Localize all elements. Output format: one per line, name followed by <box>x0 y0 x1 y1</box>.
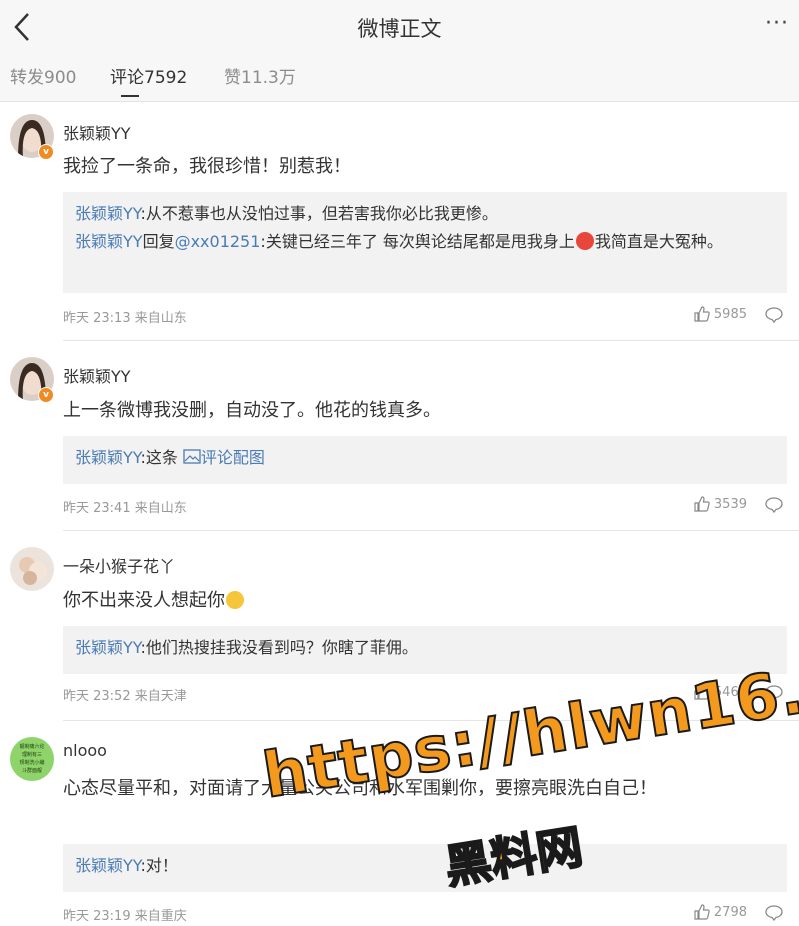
reply-text-cont: 我简直是大冤种。 <box>594 232 723 251</box>
comment-bubble-icon[interactable] <box>765 497 783 513</box>
reply-text: :这条 <box>140 448 183 467</box>
comment-item: v 张颖颖YY 我捡了一条命，我很珍惜！别惹我！ 张颖颖YY:从不惹事也从没怕过… <box>0 101 799 341</box>
avatar-image <box>10 547 54 591</box>
like-count: 5985 <box>713 306 747 322</box>
avatar[interactable]: 靓制痛六论 理制有三 规制洗小编 斗群面靓 <box>10 737 54 781</box>
comment-item: 靓制痛六论 理制有三 规制洗小编 斗群面靓 nlooo 心态尽量平和，对面请了大… <box>0 721 799 926</box>
reply-text: :关键已经三年了 每次舆论结尾都是甩我身上 <box>260 232 575 251</box>
comment-meta: 昨天 23:52 来自天津 <box>63 689 187 704</box>
comment-bubble-icon[interactable] <box>765 685 783 701</box>
comment-text: 你不出来没人想起你 <box>63 587 779 615</box>
angry-emoji-icon <box>575 232 594 250</box>
avatar-text: 靓制痛六论 理制有三 规制洗小编 斗群面靓 <box>19 744 45 774</box>
comment-username[interactable]: 一朵小猴子花丫 <box>63 553 175 577</box>
reply-username[interactable]: 张颖颖YY <box>75 856 140 875</box>
reply-box[interactable]: 张颖颖YY:他们热搜挂我没看到吗？你瞎了菲佣。 <box>63 626 787 674</box>
like-count: 5462 <box>713 684 747 700</box>
tab-repost[interactable]: 转发900 <box>10 63 76 88</box>
more-button[interactable]: ··· <box>765 11 789 36</box>
comment-text: 上一条微博我没删，自动没了。他花的钱真多。 <box>63 400 441 421</box>
reply-box[interactable]: 张颖颖YY:对！ <box>63 844 787 892</box>
reply-text: :对！ <box>140 856 178 875</box>
thumbs-up-icon <box>694 496 710 512</box>
comment-meta: 昨天 23:13 来自山东 <box>63 311 187 326</box>
thumbs-up-icon <box>694 684 710 700</box>
comment-text: 我捡了一条命，我很珍惜！别惹我！ <box>63 156 351 177</box>
verified-badge-icon: v <box>38 387 54 403</box>
reply-line: 张颖颖YY:他们热搜挂我没看到吗？你瞎了菲佣。 <box>75 634 775 662</box>
comment-bubble-icon[interactable] <box>765 905 783 921</box>
thumbs-up-icon <box>694 306 710 322</box>
reply-line: 张颖颖YY:从不惹事也从没怕过事，但若害我你必比我更惨。 <box>75 200 775 228</box>
like-button[interactable]: 2798 <box>694 904 747 920</box>
verified-badge-icon: v <box>38 144 54 160</box>
comment-meta: 昨天 23:19 来自重庆 <box>63 909 187 924</box>
tab-bar: 转发900 评论7592 赞11.3万 <box>0 55 799 102</box>
reply-username[interactable]: 张颖颖YY <box>75 448 140 467</box>
like-count: 2798 <box>713 904 747 920</box>
tab-likes[interactable]: 赞11.3万 <box>224 63 296 88</box>
image-link[interactable]: 评论配图 <box>183 448 265 467</box>
reply-text: :从不惹事也从没怕过事，但若害我你必比我更惨。 <box>140 204 498 223</box>
reply-line: 张颖颖YY:这条 评论配图 <box>75 444 775 472</box>
tab-comments[interactable]: 评论7592 <box>110 63 187 88</box>
reply-username[interactable]: 张颖颖YY <box>75 204 140 223</box>
reply-line: 张颖颖YY:对！ <box>75 852 775 880</box>
tab-active-indicator <box>121 95 139 97</box>
like-button[interactable]: 5462 <box>694 684 747 700</box>
like-button[interactable]: 3539 <box>694 496 747 512</box>
like-count: 3539 <box>713 496 747 512</box>
thumbs-up-icon <box>694 904 710 920</box>
reply-mid: 回复 <box>142 232 175 251</box>
comment-item: 一朵小猴子花丫 你不出来没人想起你 张颖颖YY:他们热搜挂我没看到吗？你瞎了菲佣… <box>0 531 799 721</box>
reply-username[interactable]: 张颖颖YY <box>75 638 140 657</box>
reply-box[interactable]: 张颖颖YY:这条 评论配图 <box>63 436 787 484</box>
comment-username[interactable]: 张颖颖YY <box>63 363 131 387</box>
comment-item: v 张颖颖YY 上一条微博我没删，自动没了。他花的钱真多。 张颖颖YY:这条 评… <box>0 341 799 531</box>
avatar[interactable] <box>10 547 54 591</box>
reply-text: :他们热搜挂我没看到吗？你瞎了菲佣。 <box>140 638 418 657</box>
comment-text: 心态尽量平和，对面请了大量公关公司和水军围剿你，要擦亮眼洗白自己！ <box>63 778 657 799</box>
comment-bubble-icon[interactable] <box>765 307 783 323</box>
reply-line: 张颖颖YY回复@xx01251:关键已经三年了 每次舆论结尾都是甩我身上 我简直是… <box>75 228 775 256</box>
like-button[interactable]: 5985 <box>694 306 747 322</box>
comment-username[interactable]: 张颖颖YY <box>63 120 131 144</box>
comment-username[interactable]: nlooo <box>63 741 107 760</box>
comment-text-body: 你不出来没人想起你 <box>63 590 225 611</box>
laugh-cry-emoji-icon <box>226 591 244 609</box>
reply-box[interactable]: 张颖颖YY:从不惹事也从没怕过事，但若害我你必比我更惨。 张颖颖YY回复@xx0… <box>63 192 787 293</box>
page-title: 微博正文 <box>357 17 442 41</box>
comment-meta: 昨天 23:41 来自山东 <box>63 501 187 516</box>
image-icon <box>183 449 201 464</box>
nav-bar: 微博正文 ··· <box>0 0 799 55</box>
mention-link[interactable]: @xx01251 <box>175 232 261 251</box>
image-link-label: 评论配图 <box>200 448 265 467</box>
reply-username[interactable]: 张颖颖YY <box>75 232 143 251</box>
